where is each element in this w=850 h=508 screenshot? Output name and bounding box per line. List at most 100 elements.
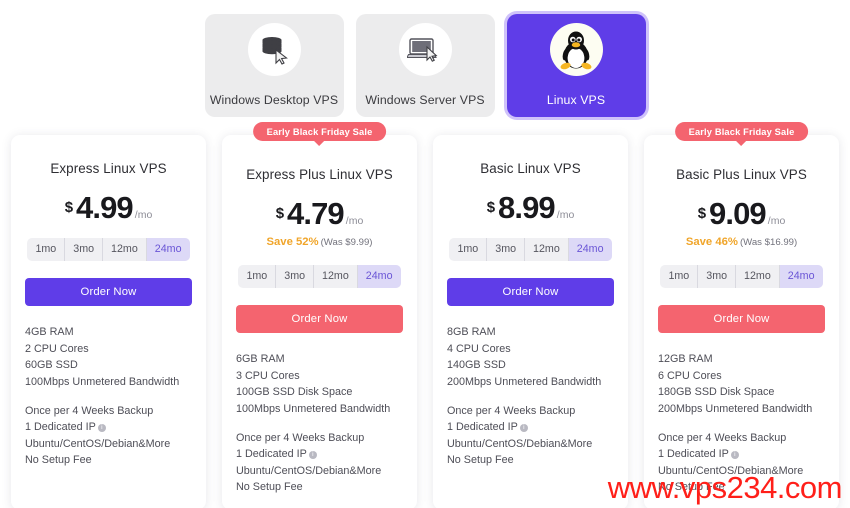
currency-symbol: $ [275, 205, 285, 222]
plan-title: Basic Linux VPS [480, 161, 581, 176]
server-stack-icon-wrap [247, 23, 301, 76]
order-now-button[interactable]: Order Now [658, 305, 825, 334]
duration-selector: 1mo 3mo 12mo 24mo [236, 265, 403, 289]
spec-item: 140GB SSD [447, 359, 506, 372]
spec-item: 6GB RAM [236, 353, 285, 366]
pricing-card: Early Black Friday Sale Basic Plus Linux … [644, 122, 839, 508]
spec-item: 200Mbps Unmetered Bandwidth [447, 375, 602, 388]
price-row: $ 9.09 /mo [658, 198, 825, 229]
order-now-button[interactable]: Order Now [25, 278, 192, 307]
extra-item: Once per 4 Weeks Backup [447, 405, 576, 417]
duration-selector: 1mo 3mo 12mo 24mo [658, 265, 825, 289]
extra-item: 1 Dedicated IP i [447, 419, 614, 435]
duration-option-24mo[interactable]: 24mo [357, 265, 401, 289]
info-icon[interactable]: i [308, 451, 317, 460]
duration-pill-group: 1mo 3mo 12mo 24mo [449, 238, 612, 262]
savings-percent: Save 52% [266, 236, 319, 248]
extra-item: No Setup Fee [658, 481, 725, 494]
duration-option-3mo[interactable]: 3mo [65, 238, 104, 262]
duration-pill-group: 1mo 3mo 12mo 24mo [27, 238, 190, 262]
plan-title: Express Plus Linux VPS [246, 167, 393, 182]
duration-option-24mo[interactable]: 24mo [779, 265, 823, 289]
duration-option-1mo[interactable]: 1mo [449, 238, 488, 262]
duration-pill-group: 1mo 3mo 12mo 24mo [238, 265, 401, 289]
duration-option-1mo[interactable]: 1mo [238, 265, 277, 289]
feature-spacer [25, 390, 192, 403]
currency-symbol: $ [64, 199, 74, 216]
info-icon[interactable]: i [730, 451, 739, 460]
duration-option-12mo[interactable]: 12mo [525, 238, 569, 262]
plan-title: Basic Plus Linux VPS [676, 167, 807, 182]
extra-item: No Setup Fee [25, 454, 92, 467]
extra-item-label: 1 Dedicated IP [25, 421, 96, 434]
order-now-button[interactable]: Order Now [447, 278, 614, 307]
os-tab-linux-vps[interactable]: Linux VPS [506, 14, 646, 117]
info-icon[interactable]: i [97, 424, 106, 433]
extra-item: Once per 4 Weeks Backup [236, 432, 365, 444]
duration-option-24mo[interactable]: 24mo [568, 238, 612, 262]
original-price: (Was $9.99) [320, 237, 373, 248]
linux-penguin-icon-wrap [549, 23, 603, 76]
savings-percent: Save 46% [685, 236, 738, 248]
extra-item-label: 1 Dedicated IP [658, 448, 729, 461]
savings-row: Save 46% (Was $16.99) [658, 232, 825, 250]
os-tab-windows-desktop-vps[interactable]: Windows Desktop VPS [204, 14, 344, 117]
extra-item: Once per 4 Weeks Backup [25, 405, 154, 417]
extra-item: No Setup Fee [447, 454, 514, 467]
price-period: /mo [345, 215, 364, 227]
server-stack-icon [262, 36, 288, 65]
duration-option-12mo[interactable]: 12mo [736, 265, 780, 289]
promo-badge: Early Black Friday Sale [674, 122, 809, 141]
feature-spacer [236, 417, 403, 430]
spec-item: 100Mbps Unmetered Bandwidth [25, 375, 180, 388]
extra-item: 1 Dedicated IP i [25, 419, 192, 435]
price-row: $ 4.99 /mo [25, 192, 192, 223]
spec-item: 4 CPU Cores [447, 342, 511, 355]
spec-item: 2 CPU Cores [25, 342, 89, 355]
price-amount: 4.99 [76, 190, 134, 225]
pricing-card: Express Linux VPS $ 4.99 /mo 1mo 3mo 12mo 2… [11, 135, 206, 508]
laptop-icon [407, 37, 438, 62]
order-now-button[interactable]: Order Now [236, 305, 403, 334]
price-row: $ 4.79 /mo [236, 198, 403, 229]
spec-item: 100Mbps Unmetered Bandwidth [236, 402, 391, 415]
extra-item: No Setup Fee [236, 481, 303, 494]
feature-list: 6GB RAM 3 CPU Cores 100GB SSD Disk Space 10… [236, 351, 403, 495]
original-price: (Was $16.99) [739, 237, 798, 248]
duration-option-1mo[interactable]: 1mo [27, 238, 66, 262]
duration-option-3mo[interactable]: 3mo [698, 265, 737, 289]
spec-item: 100GB SSD Disk Space [236, 386, 353, 399]
extra-item: Ubuntu/CentOS/Debian&More [25, 437, 171, 450]
os-tab-label: Windows Server VPS [365, 93, 485, 107]
savings-row: Save 52% (Was $9.99) [236, 232, 403, 250]
duration-option-3mo[interactable]: 3mo [487, 238, 526, 262]
os-tab-selector: Windows Desktop VPS Windows Server VPS L… [0, 0, 850, 117]
duration-pill-group: 1mo 3mo 12mo 24mo [660, 265, 823, 289]
duration-selector: 1mo 3mo 12mo 24mo [25, 238, 192, 262]
linux-penguin-icon [560, 31, 592, 69]
price-period: /mo [134, 209, 153, 221]
extra-item-label: 1 Dedicated IP [447, 421, 518, 434]
price-period: /mo [767, 215, 786, 227]
duration-option-24mo[interactable]: 24mo [146, 238, 190, 262]
duration-option-12mo[interactable]: 12mo [314, 265, 358, 289]
feature-list: 12GB RAM 6 CPU Cores 180GB SSD Disk Space 2… [658, 351, 825, 495]
spec-item: 60GB SSD [25, 359, 78, 372]
duration-option-1mo[interactable]: 1mo [660, 265, 699, 289]
spec-item: 4GB RAM [25, 326, 74, 339]
pricing-card-grid: Express Linux VPS $ 4.99 /mo 1mo 3mo 12mo 2… [0, 122, 850, 508]
duration-selector: 1mo 3mo 12mo 24mo [447, 238, 614, 262]
duration-option-3mo[interactable]: 3mo [276, 265, 315, 289]
extra-item-label: 1 Dedicated IP [236, 448, 307, 461]
price-amount: 9.09 [709, 196, 767, 231]
feature-list: 4GB RAM 2 CPU Cores 60GB SSD 100Mbps Unmete… [25, 324, 192, 468]
os-tab-label: Windows Desktop VPS [209, 93, 339, 107]
spec-item: 200Mbps Unmetered Bandwidth [658, 402, 813, 415]
price-amount: 8.99 [498, 190, 556, 225]
duration-option-12mo[interactable]: 12mo [103, 238, 147, 262]
extra-item: Ubuntu/CentOS/Debian&More [658, 464, 804, 477]
spec-item: 6 CPU Cores [658, 369, 722, 382]
extra-item: 1 Dedicated IP i [658, 446, 825, 462]
info-icon[interactable]: i [519, 424, 528, 433]
os-tab-windows-server-vps[interactable]: Windows Server VPS [355, 14, 495, 117]
